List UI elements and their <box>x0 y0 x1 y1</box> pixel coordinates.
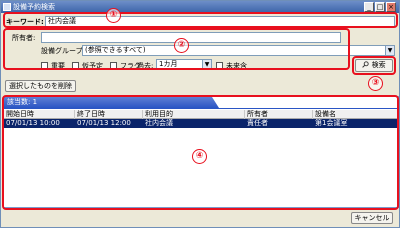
callout-number-1: ① <box>106 8 121 23</box>
window-title: 設備予約検索 <box>13 3 55 11</box>
callout-number-2: ② <box>174 38 189 53</box>
maximize-button[interactable]: □ <box>375 2 385 12</box>
app-icon <box>3 3 11 11</box>
search-dialog-window: 設備予約検索 _ □ × キーワード: 社内会議 所有者: 設備グループ: (参… <box>0 0 400 228</box>
minimize-button[interactable]: _ <box>364 2 374 12</box>
chevron-down-icon[interactable]: ▼ <box>385 46 394 55</box>
callout-box-keyword <box>3 12 398 28</box>
callout-box-search <box>352 56 396 75</box>
cancel-button[interactable]: キャンセル <box>351 212 393 224</box>
callout-number-4: ④ <box>192 149 207 164</box>
close-button[interactable]: × <box>386 2 396 12</box>
delete-selected-button[interactable]: 選択したものを削除 <box>5 80 76 92</box>
callout-number-3: ③ <box>368 76 383 91</box>
